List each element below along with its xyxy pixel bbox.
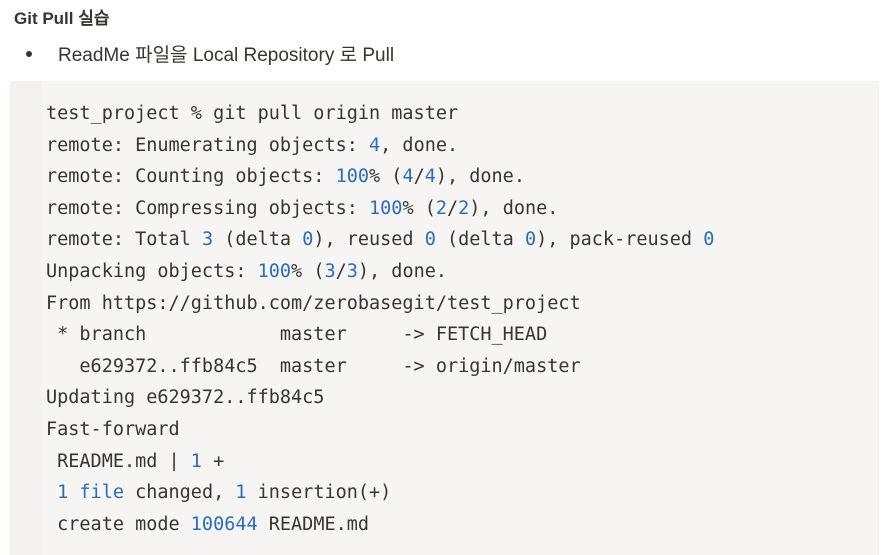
code-line: test_project % git pull origin master: [46, 98, 714, 130]
code-line: Updating e629372..ffb84c5: [46, 382, 714, 414]
code-text-token: From https://github.com/zerobasegit/test…: [46, 292, 581, 314]
code-text-token: ), reused: [313, 229, 425, 251]
code-text-token: Unpacking objects:: [46, 260, 258, 282]
code-text-token: (delta: [435, 229, 525, 251]
code-text-token: ), done.: [469, 197, 559, 219]
code-number-token: 3: [346, 260, 358, 282]
code-line: Fast-forward: [46, 414, 714, 446]
code-number-token: 4: [402, 166, 414, 188]
code-number-token: 2: [435, 197, 447, 219]
code-line: README.md | 1 +: [46, 446, 714, 478]
code-line: create mode 100644 README.md: [46, 509, 714, 541]
code-text-token: Updating e629372..ffb84c5: [46, 387, 325, 409]
code-number-token: 100644: [190, 513, 258, 535]
code-line: * branch master -> FETCH_HEAD: [46, 319, 714, 351]
code-number-token: 1: [57, 482, 69, 504]
section-heading: Git Pull 실습: [14, 9, 110, 28]
code-text-token: test_project % git pull origin master: [46, 103, 459, 124]
code-text-token: /: [335, 260, 347, 282]
code-number-token: 3: [324, 260, 336, 282]
code-line: remote: Compressing objects: 100% (2/2),…: [46, 193, 714, 225]
code-text-token: , done.: [380, 134, 459, 156]
code-text-token: ), pack-reused: [536, 229, 704, 251]
code-number-token: file: [68, 482, 124, 504]
code-number-token: 0: [424, 229, 436, 251]
code-line: 1 file changed, 1 insertion(+): [46, 477, 714, 509]
code-number-token: 100: [335, 166, 370, 188]
code-line: Unpacking objects: 100% (3/3), done.: [46, 256, 714, 288]
code-number-token: 0: [703, 229, 715, 251]
code-number-token: 100: [257, 260, 292, 282]
code-text-token: remote: Counting objects:: [46, 166, 336, 188]
bullet-dot-icon: [26, 50, 32, 57]
code-text-token: e629372..ffb84c5 master -> origin/master: [46, 355, 581, 377]
bullet-text: ReadMe 파일을 Local Repository 로 Pull: [58, 45, 395, 66]
code-number-token: 0: [302, 229, 314, 251]
code-content: test_project % git pull origin master rem…: [46, 98, 714, 540]
code-text-token: (delta: [213, 229, 303, 251]
code-text-token: % (: [291, 260, 325, 282]
code-number-token: 4: [369, 134, 381, 156]
bullet-item: ReadMe 파일을 Local Repository 로 Pull: [26, 40, 394, 67]
code-text-token: changed,: [123, 482, 236, 504]
code-line: From https://github.com/zerobasegit/test…: [46, 288, 714, 320]
code-text-token: +: [201, 450, 225, 472]
code-text-token: README.md: [257, 513, 370, 535]
code-text-token: ), done.: [435, 166, 525, 188]
code-number-token: 1: [235, 482, 247, 504]
code-block: test_project % git pull origin master rem…: [10, 81, 879, 555]
code-text-token: README.md |: [46, 450, 191, 472]
code-number-token: 2: [458, 197, 470, 219]
code-number-token: 4: [424, 166, 436, 188]
code-line: e629372..ffb84c5 master -> origin/master: [46, 351, 714, 383]
code-text-token: insertion(+): [246, 482, 392, 504]
code-line: remote: Total 3 (delta 0), reused 0 (del…: [46, 224, 714, 256]
code-number-token: 3: [201, 229, 214, 251]
code-text-token: Fast-forward: [46, 418, 180, 440]
code-number-token: 100: [369, 197, 403, 219]
code-text-token: create mode: [46, 513, 191, 535]
code-text-token: * branch master -> FETCH_HEAD: [46, 324, 548, 346]
code-text-token: /: [413, 166, 425, 188]
code-text-token: remote: Compressing objects:: [46, 197, 370, 219]
code-text-token: % (: [369, 166, 403, 188]
code-number-token: 1: [190, 450, 202, 472]
code-text-token: /: [447, 197, 459, 219]
code-text-token: % (: [402, 197, 436, 219]
code-number-token: 0: [524, 229, 537, 251]
code-text-token: remote: Total: [46, 229, 202, 251]
code-text-token: ), done.: [357, 260, 447, 282]
code-line: remote: Counting objects: 100% (4/4), do…: [46, 161, 714, 193]
code-line: remote: Enumerating objects: 4, done.: [46, 130, 714, 162]
code-text-token: remote: Enumerating objects:: [46, 134, 370, 156]
